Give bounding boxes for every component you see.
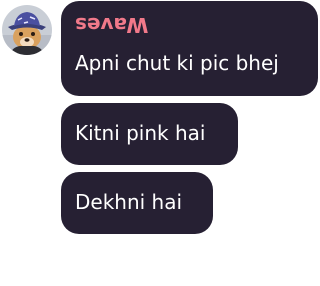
message-bubble-3[interactable]: Dekhni hai (61, 172, 213, 234)
message-text-1: Apni chut ki pic bhej (75, 51, 279, 75)
message-text-2: Kitni pink hai (75, 121, 206, 145)
chat-thread: Waves Apni chut ki pic bhej Kitni pink h… (0, 0, 320, 286)
dog-avatar-icon (2, 5, 52, 55)
message-bubble-2[interactable]: Kitni pink hai (61, 103, 238, 165)
sender-name[interactable]: Waves (75, 13, 148, 37)
sender-avatar[interactable] (2, 5, 52, 55)
message-text-3: Dekhni hai (75, 190, 183, 214)
message-bubble-1[interactable]: Waves Apni chut ki pic bhej (61, 1, 318, 96)
